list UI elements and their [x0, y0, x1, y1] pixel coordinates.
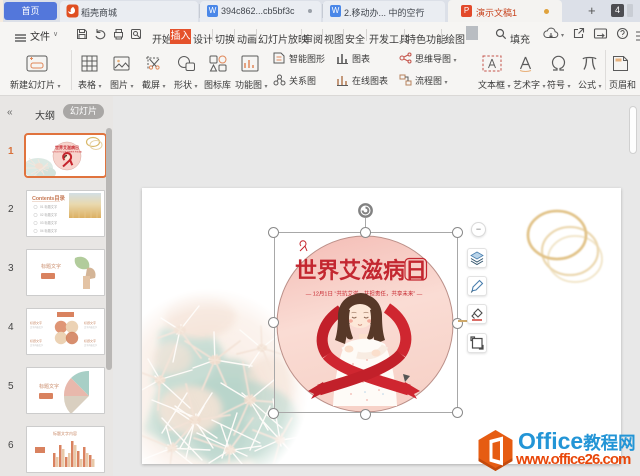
svg-text:标题文字内容: 标题文字内容 [53, 430, 77, 436]
svg-text:世界艾滋病日: 世界艾滋病日 [55, 144, 79, 150]
svg-text:标题文字: 标题文字 [39, 383, 59, 390]
svg-text:标题文字: 标题文字 [30, 338, 42, 343]
svg-text:文字内容文字: 文字内容文字 [30, 325, 44, 329]
svg-text:04 标题文字: 04 标题文字 [40, 228, 57, 233]
svg-text:文字内容文字: 文字内容文字 [84, 325, 98, 329]
svg-text:文字内容文字: 文字内容文字 [30, 343, 44, 347]
svg-text:标题文字: 标题文字 [41, 263, 61, 270]
svg-text:文字内容文字: 文字内容文字 [84, 343, 98, 347]
svg-text:03 标题文字: 03 标题文字 [40, 220, 57, 225]
svg-text:01 标题文字: 01 标题文字 [40, 204, 57, 209]
svg-text:标题文字: 标题文字 [30, 320, 42, 325]
svg-text:Contents目录: Contents目录 [32, 194, 66, 202]
svg-text:标题文字: 标题文字 [84, 320, 96, 325]
svg-text:02 标题文字: 02 标题文字 [40, 212, 57, 217]
svg-text:标题文字: 标题文字 [84, 338, 96, 343]
